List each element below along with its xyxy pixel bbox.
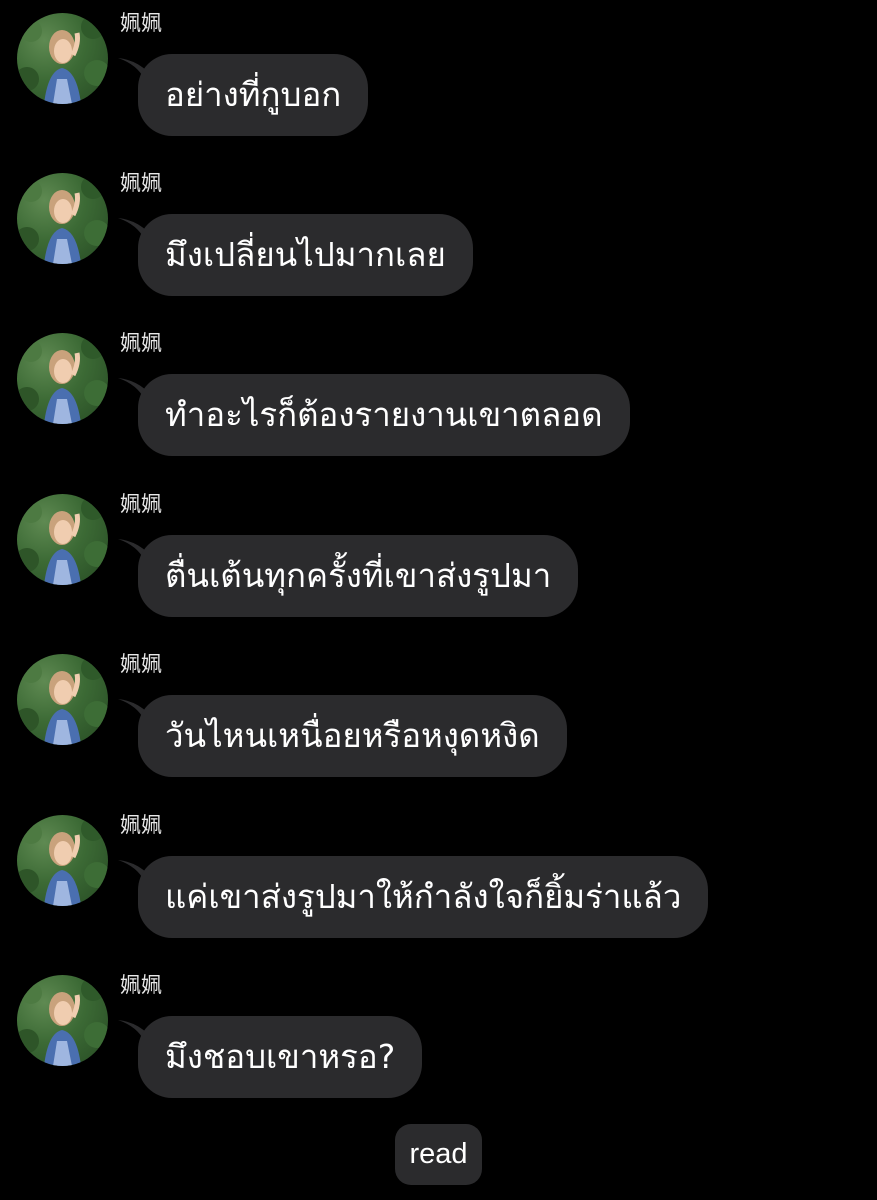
message-bubble[interactable]: มึงเปลี่ยนไปมากเลย [138, 214, 473, 296]
sender-name: 姵姵 [120, 331, 162, 355]
message-row: 姵姵 ทำอะไรก็ต้องรายงานเขาตลอด [0, 320, 877, 470]
sender-name: 姵姵 [120, 813, 162, 837]
message-row: 姵姵 มึงชอบเขาหรอ? [0, 962, 877, 1112]
sender-name: 姵姵 [120, 171, 162, 195]
message-row: 姵姵 อย่างที่กูบอก [0, 0, 877, 150]
sender-name: 姵姵 [120, 973, 162, 997]
avatar[interactable] [17, 333, 108, 424]
sender-name: 姵姵 [120, 492, 162, 516]
message-bubble[interactable]: ทำอะไรก็ต้องรายงานเขาตลอด [138, 374, 630, 456]
message-bubble[interactable]: อย่างที่กูบอก [138, 54, 369, 136]
avatar[interactable] [17, 173, 108, 264]
sender-name: 姵姵 [120, 652, 162, 676]
message-row: 姵姵 วันไหนเหนื่อยหรือหงุดหงิด [0, 641, 877, 791]
message-row: 姵姵 ตื่นเต้นทุกครั้งที่เขาส่งรูปมา [0, 481, 877, 631]
message-bubble[interactable]: วันไหนเหนื่อยหรือหงุดหงิด [138, 695, 567, 777]
read-receipt-badge: read [395, 1124, 482, 1185]
avatar[interactable] [17, 815, 108, 906]
message-row: 姵姵 แค่เขาส่งรูปมาให้กำลังใจก็ยิ้มร่าแล้ว [0, 802, 877, 952]
avatar[interactable] [17, 975, 108, 1066]
message-bubble[interactable]: มึงชอบเขาหรอ? [138, 1016, 423, 1098]
message-bubble[interactable]: ตื่นเต้นทุกครั้งที่เขาส่งรูปมา [138, 535, 579, 617]
avatar[interactable] [17, 654, 108, 745]
message-row: 姵姵 มึงเปลี่ยนไปมากเลย [0, 160, 877, 310]
message-bubble[interactable]: แค่เขาส่งรูปมาให้กำลังใจก็ยิ้มร่าแล้ว [138, 856, 709, 938]
avatar[interactable] [17, 494, 108, 585]
sender-name: 姵姵 [120, 11, 162, 35]
avatar[interactable] [17, 13, 108, 104]
